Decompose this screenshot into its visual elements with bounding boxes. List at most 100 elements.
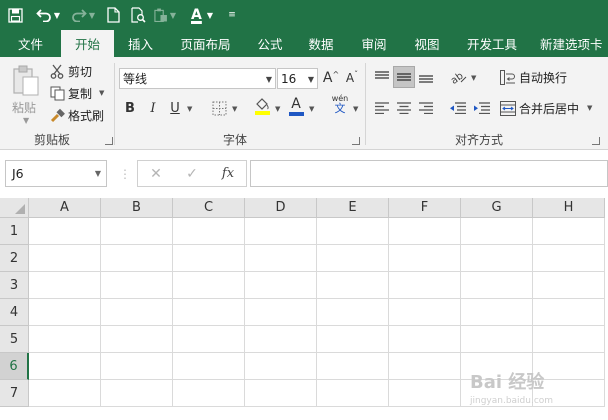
grid-cell[interactable] xyxy=(29,299,101,326)
grid-cell[interactable] xyxy=(173,272,245,299)
print-preview-icon[interactable] xyxy=(126,0,150,30)
tab-file[interactable]: 文件 xyxy=(0,30,61,57)
grid-cell[interactable] xyxy=(173,326,245,353)
grid-cell[interactable] xyxy=(173,218,245,245)
cancel-icon[interactable]: ✕ xyxy=(138,166,174,182)
grid-cell[interactable] xyxy=(533,245,605,272)
redo-icon[interactable]: ▼ xyxy=(66,0,100,30)
cut-button[interactable]: 剪切 xyxy=(49,61,92,81)
grid-cell[interactable] xyxy=(101,299,173,326)
tab-home[interactable]: 开始 xyxy=(61,30,114,57)
tab-page-layout[interactable]: 页面布局 xyxy=(167,30,244,57)
italic-button[interactable]: I xyxy=(145,97,161,119)
wrap-text-button[interactable]: 自动换行 xyxy=(500,67,567,87)
grid-cell[interactable] xyxy=(101,272,173,299)
column-header[interactable]: C xyxy=(173,198,245,218)
row-header[interactable]: 1 xyxy=(0,218,29,245)
decrease-font-size-icon[interactable]: Aˇ xyxy=(343,67,361,89)
borders-dropdown-icon[interactable]: ▼ xyxy=(232,105,237,113)
increase-indent-icon[interactable] xyxy=(470,97,492,119)
chevron-down-icon[interactable]: ▼ xyxy=(95,169,101,178)
grid-cell[interactable] xyxy=(173,245,245,272)
grid-cell[interactable] xyxy=(317,353,389,380)
column-header[interactable]: G xyxy=(461,198,533,218)
new-file-icon[interactable] xyxy=(100,0,126,30)
grid-cell[interactable] xyxy=(317,218,389,245)
copy-button[interactable]: 复制 ▼ xyxy=(49,83,104,103)
column-header[interactable]: E xyxy=(317,198,389,218)
undo-icon[interactable]: ▼ xyxy=(30,0,66,30)
column-header[interactable]: D xyxy=(245,198,317,218)
grid-cell[interactable] xyxy=(245,272,317,299)
grid-cell[interactable] xyxy=(389,353,461,380)
column-header[interactable]: H xyxy=(533,198,605,218)
grid-cell[interactable] xyxy=(461,272,533,299)
tab-new-tab[interactable]: 新建选项卡 xyxy=(532,30,608,57)
increase-font-size-icon[interactable]: A ^ xyxy=(322,67,340,89)
grid-cell[interactable] xyxy=(245,218,317,245)
font-color-button[interactable]: A xyxy=(287,95,305,117)
customize-icon[interactable]: ≡ xyxy=(224,0,240,30)
row-header[interactable]: 3 xyxy=(0,272,29,299)
formula-bar-grip[interactable]: ⋮ xyxy=(119,167,131,181)
tab-developer[interactable]: 开发工具 xyxy=(452,30,532,57)
grid-cell[interactable] xyxy=(317,380,389,407)
fill-color-icon[interactable] xyxy=(252,95,272,117)
grid-cell[interactable] xyxy=(245,326,317,353)
grid-cell[interactable] xyxy=(317,245,389,272)
tab-data[interactable]: 数据 xyxy=(296,30,346,57)
grid-cell[interactable] xyxy=(317,272,389,299)
grid-cell[interactable] xyxy=(245,353,317,380)
grid-cell[interactable] xyxy=(533,326,605,353)
grid-cell[interactable] xyxy=(389,380,461,407)
formula-input[interactable] xyxy=(250,160,608,187)
decrease-indent-icon[interactable] xyxy=(446,97,468,119)
clipboard-launcher-icon[interactable] xyxy=(105,137,113,145)
grid-cell[interactable] xyxy=(29,380,101,407)
grid-cell[interactable] xyxy=(173,353,245,380)
row-header[interactable]: 5 xyxy=(0,326,29,353)
grid-cell[interactable] xyxy=(461,245,533,272)
grid-cell[interactable] xyxy=(389,245,461,272)
grid-cell[interactable] xyxy=(173,299,245,326)
underline-dropdown-icon[interactable]: ▼ xyxy=(187,105,192,113)
row-header[interactable]: 4 xyxy=(0,299,29,326)
merge-center-button[interactable]: 合并后居中 ▼ xyxy=(500,98,592,118)
grid-cell[interactable] xyxy=(101,245,173,272)
grid-cell[interactable] xyxy=(29,245,101,272)
grid-cell[interactable] xyxy=(101,353,173,380)
bottom-align-icon[interactable] xyxy=(416,66,436,88)
align-center-icon[interactable] xyxy=(394,97,414,119)
grid-cell[interactable] xyxy=(29,353,101,380)
font-color-icon[interactable]: A ▼ xyxy=(180,0,224,30)
enter-icon[interactable]: ✓ xyxy=(174,166,210,182)
grid-cell[interactable] xyxy=(317,326,389,353)
grid-cell[interactable] xyxy=(29,326,101,353)
tab-view[interactable]: 视图 xyxy=(402,30,452,57)
grid-cell[interactable] xyxy=(29,272,101,299)
row-header[interactable]: 2 xyxy=(0,245,29,272)
tab-review[interactable]: 审阅 xyxy=(346,30,402,57)
top-align-icon[interactable] xyxy=(372,66,392,88)
grid-cell[interactable] xyxy=(533,299,605,326)
borders-icon[interactable] xyxy=(209,97,229,119)
column-header[interactable]: A xyxy=(29,198,101,218)
font-launcher-icon[interactable] xyxy=(352,137,360,145)
grid-cell[interactable] xyxy=(533,218,605,245)
font-color-dropdown-icon[interactable]: ▼ xyxy=(309,105,314,113)
grid-cell[interactable] xyxy=(533,272,605,299)
grid-cell[interactable] xyxy=(101,380,173,407)
paste-icon[interactable]: ▼ xyxy=(150,0,180,30)
grid-cell[interactable] xyxy=(461,326,533,353)
phonetic-dropdown-icon[interactable]: ▼ xyxy=(353,105,358,113)
grid-cell[interactable] xyxy=(245,380,317,407)
align-left-icon[interactable] xyxy=(372,97,392,119)
grid-cell[interactable] xyxy=(461,218,533,245)
grid-cell[interactable] xyxy=(461,299,533,326)
alignment-launcher-icon[interactable] xyxy=(592,137,600,145)
underline-button[interactable]: U xyxy=(167,97,183,119)
tab-insert[interactable]: 插入 xyxy=(114,30,167,57)
middle-align-icon[interactable] xyxy=(393,66,415,88)
phonetic-guide-icon[interactable]: wén 文 xyxy=(329,93,351,115)
fill-color-dropdown-icon[interactable]: ▼ xyxy=(275,105,280,113)
